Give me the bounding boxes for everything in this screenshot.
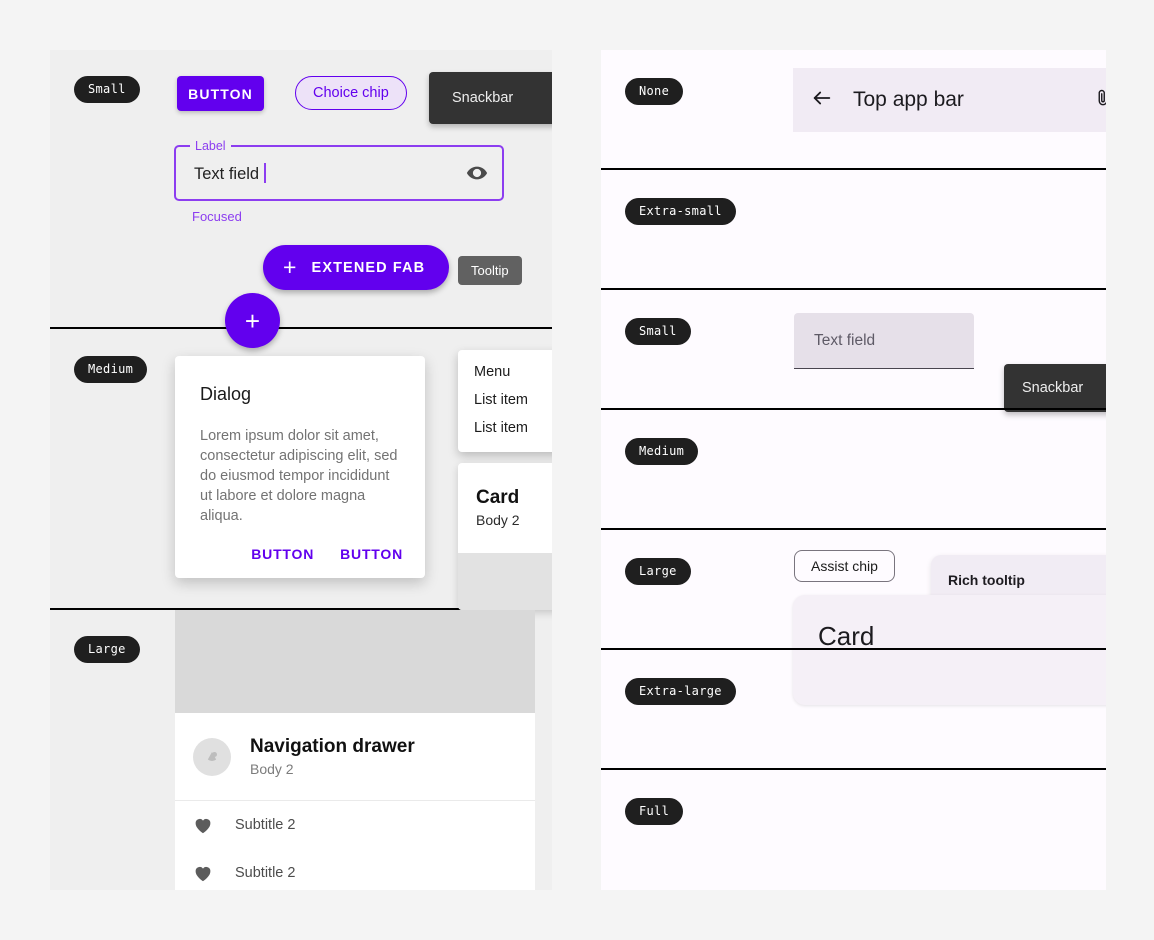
- dialog-title: Dialog: [200, 384, 252, 404]
- plus-icon: +: [283, 254, 298, 280]
- nav-drawer-header: Navigation drawer Body 2: [175, 713, 535, 801]
- card-body: Body 2: [476, 512, 520, 528]
- dialog-action-1[interactable]: BUTTON: [251, 546, 314, 562]
- menu-item-list-item-2[interactable]: List item: [458, 414, 552, 442]
- text-field-label: Label: [190, 138, 231, 154]
- extended-fab-label: EXTENED FAB: [311, 259, 426, 276]
- size-badge-large: Large: [625, 558, 691, 585]
- text-field-value: Text field: [194, 164, 260, 183]
- dialog-action-2[interactable]: BUTTON: [340, 546, 403, 562]
- contained-button[interactable]: BUTTON: [177, 76, 264, 111]
- nav-drawer-header-text: Navigation drawer Body 2: [250, 736, 415, 777]
- size-badge-medium: Medium: [74, 356, 148, 383]
- floating-action-button[interactable]: +: [225, 293, 280, 348]
- tooltip: Tooltip: [458, 256, 522, 285]
- heart-icon: [193, 864, 213, 882]
- text-field-value-wrap: Text field: [194, 162, 466, 184]
- nav-drawer-item-label: Subtitle 2: [235, 865, 296, 881]
- navigation-drawer: Navigation drawer Body 2 Subtitle 2 Subt…: [175, 610, 535, 890]
- nav-drawer-subtitle: Body 2: [250, 761, 294, 777]
- text-field-box[interactable]: Label Text field: [174, 138, 504, 201]
- size-badge-small: Small: [625, 318, 691, 345]
- size-badge-full: Full: [625, 798, 684, 825]
- eye-icon[interactable]: [466, 162, 488, 184]
- shape-row-full: Full Button Search bar: [601, 770, 1106, 890]
- card[interactable]: Card Body 2: [458, 463, 552, 610]
- size-badge-extra-small: Extra-small: [625, 198, 736, 225]
- size-badge-small: Small: [74, 76, 140, 103]
- nav-drawer-item-2[interactable]: Subtitle 2: [175, 849, 535, 890]
- menu: Menu List item List item: [458, 350, 552, 452]
- size-badge-medium: Medium: [625, 438, 699, 465]
- attachment-icon[interactable]: [1093, 87, 1106, 114]
- heart-icon: [193, 816, 213, 834]
- arrow-back-icon[interactable]: [811, 87, 833, 114]
- extended-fab[interactable]: + EXTENED FAB: [263, 245, 450, 290]
- size-badge-none: None: [625, 78, 684, 105]
- text-field-helper-text: Focused: [192, 209, 242, 224]
- text-cursor: [264, 162, 266, 183]
- size-badge-extra-large: Extra-large: [625, 678, 736, 705]
- shape-row-none: None Top app bar: [601, 50, 1106, 170]
- nav-drawer-hero-image: [175, 610, 535, 713]
- outlined-text-field[interactable]: Label Text field Focused: [174, 138, 504, 224]
- nav-drawer-item-1[interactable]: Subtitle 2: [175, 801, 535, 849]
- dialog-actions: BUTTON BUTTON: [251, 546, 403, 562]
- card-media: [458, 553, 552, 610]
- nav-drawer-title: Navigation drawer: [250, 736, 415, 757]
- size-badge-large: Large: [74, 636, 140, 663]
- shape-row-extra-small: Extra-small Text field Snackbar: [601, 170, 1106, 412]
- dialog-body: Lorem ipsum dolor sit amet, consectetur …: [200, 428, 398, 524]
- card-title: Card: [476, 487, 520, 508]
- shape-row-small: Small Assist chip Rich tooltip Lorem ips…: [601, 290, 1106, 660]
- left-panel-divider-1: [50, 327, 552, 329]
- screenshot-stage: Small Medium Large BUTTON Choice chip Sn…: [0, 0, 1154, 940]
- card-text: Card Body 2: [458, 463, 552, 528]
- avatar: [193, 737, 231, 776]
- right-panel: None Top app bar Extra-small Text field: [601, 50, 1106, 890]
- top-app-bar: Top app bar: [793, 68, 1106, 132]
- menu-item-list-item-1[interactable]: List item: [458, 386, 552, 414]
- menu-item-menu[interactable]: Menu: [458, 358, 552, 386]
- shape-row-extra-large: Extra-large Dialog: [601, 650, 1106, 770]
- shape-row-large: Large Extended FAB: [601, 530, 1106, 650]
- snackbar: Snackbar: [429, 72, 552, 124]
- shape-row-medium: Medium Card: [601, 410, 1106, 705]
- choice-chip[interactable]: Choice chip: [295, 76, 407, 110]
- left-panel: Small Medium Large BUTTON Choice chip Sn…: [50, 50, 552, 890]
- nav-drawer-item-label: Subtitle 2: [235, 817, 296, 833]
- plus-icon: +: [244, 305, 261, 336]
- top-app-bar-title: Top app bar: [853, 88, 964, 111]
- dialog: Dialog Lorem ipsum dolor sit amet, conse…: [175, 356, 425, 578]
